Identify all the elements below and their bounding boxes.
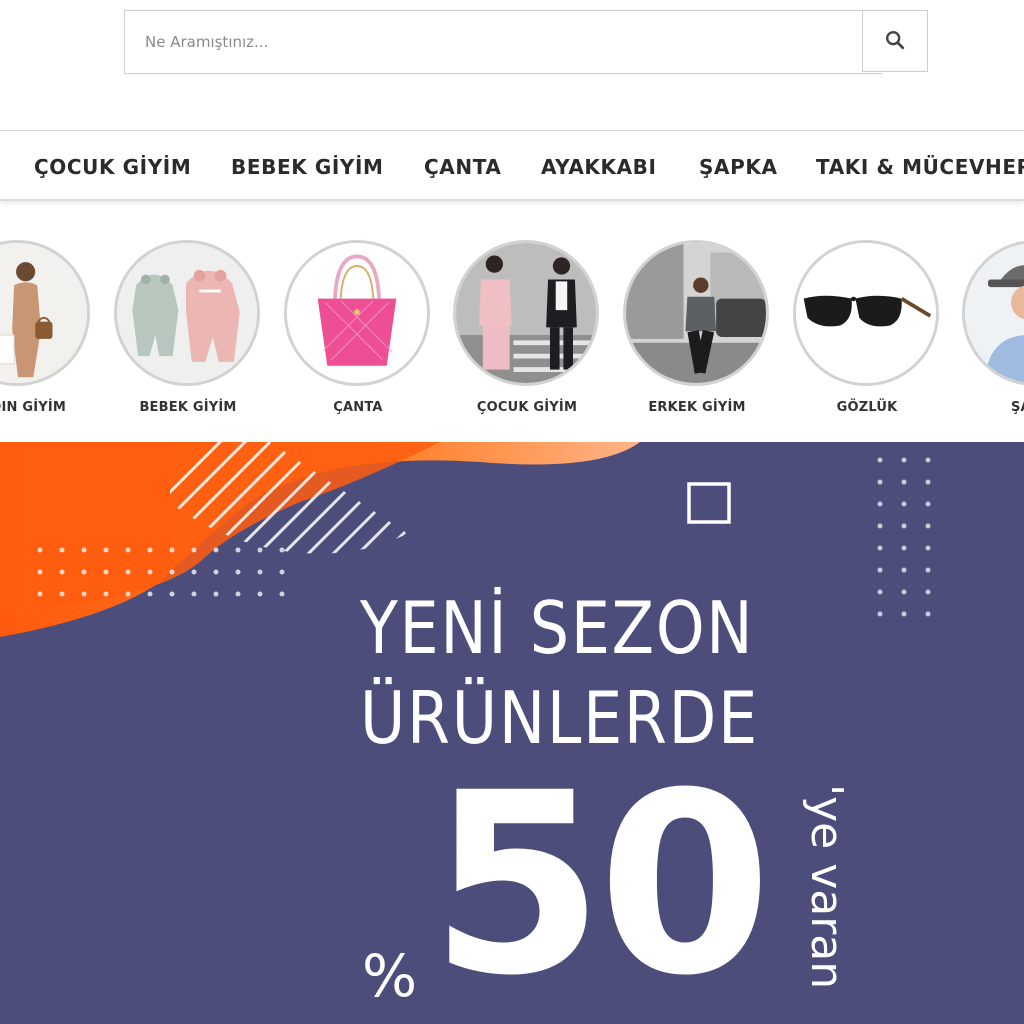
circle-category-label: ŞAPKA	[1010, 400, 1024, 415]
circle-category-canta[interactable]: ÇANTA	[282, 232, 438, 432]
nav-item-sapka[interactable]: ŞAPKA	[699, 155, 778, 179]
circle-category-bebek-giyim[interactable]: BEBEK GİYİM	[112, 232, 268, 432]
circle-category-erkek-giyim[interactable]: ERKEK GİYİM	[621, 232, 777, 432]
circle-category-sapka[interactable]: ŞAPKA	[960, 232, 1024, 432]
search-button[interactable]	[862, 10, 928, 72]
nav-item-canta[interactable]: ÇANTA	[424, 155, 501, 179]
category-image	[453, 240, 599, 386]
circle-category-label: BEBEK GİYİM	[139, 400, 237, 415]
category-image	[962, 240, 1024, 386]
circle-category-kadin-giyim[interactable]: KADIN GİYİM	[0, 232, 98, 432]
nav-item-ayakkabi[interactable]: AYAKKABI	[541, 155, 657, 179]
category-nav: ÇOCUK GİYİM BEBEK GİYİM ÇANTA AYAKKABI Ş…	[0, 130, 1024, 201]
circle-category-label: ERKEK GİYİM	[648, 400, 746, 415]
category-image	[793, 240, 939, 386]
circle-category-label: ÇANTA	[333, 400, 383, 415]
nav-item-bebek-giyim[interactable]: BEBEK GİYİM	[231, 155, 384, 179]
search-input[interactable]	[124, 10, 882, 74]
banner-headline-line1: YENİ SEZON	[360, 586, 755, 670]
promo-banner[interactable]: YENİ SEZON ÜRÜNLERDE % 50 'ye varan	[0, 442, 1024, 1024]
banner-discount-number: 50	[430, 739, 772, 1024]
category-circles: KADIN GİYİM BEBEK GİYİM	[0, 232, 1024, 432]
circle-category-label: ÇOCUK GİYİM	[476, 400, 578, 415]
nav-item-cocuk-giyim[interactable]: ÇOCUK GİYİM	[34, 155, 191, 179]
banner-percent-sign: %	[362, 942, 418, 1010]
category-image	[114, 240, 260, 386]
circle-category-label: KADIN GİYİM	[0, 400, 67, 415]
category-image	[0, 240, 90, 386]
nav-item-taki-mucevher[interactable]: TAKI & MÜCEVHER	[816, 155, 1024, 179]
circle-category-cocuk-giyim[interactable]: ÇOCUK GİYİM	[451, 232, 607, 432]
banner-discount-suffix: 'ye varan	[801, 784, 852, 990]
search-bar	[124, 10, 930, 74]
category-image	[623, 240, 769, 386]
circle-category-gozluk[interactable]: GÖZLÜK	[791, 232, 947, 432]
circle-category-label: GÖZLÜK	[836, 400, 898, 415]
category-image	[284, 240, 430, 386]
search-icon	[884, 29, 906, 54]
